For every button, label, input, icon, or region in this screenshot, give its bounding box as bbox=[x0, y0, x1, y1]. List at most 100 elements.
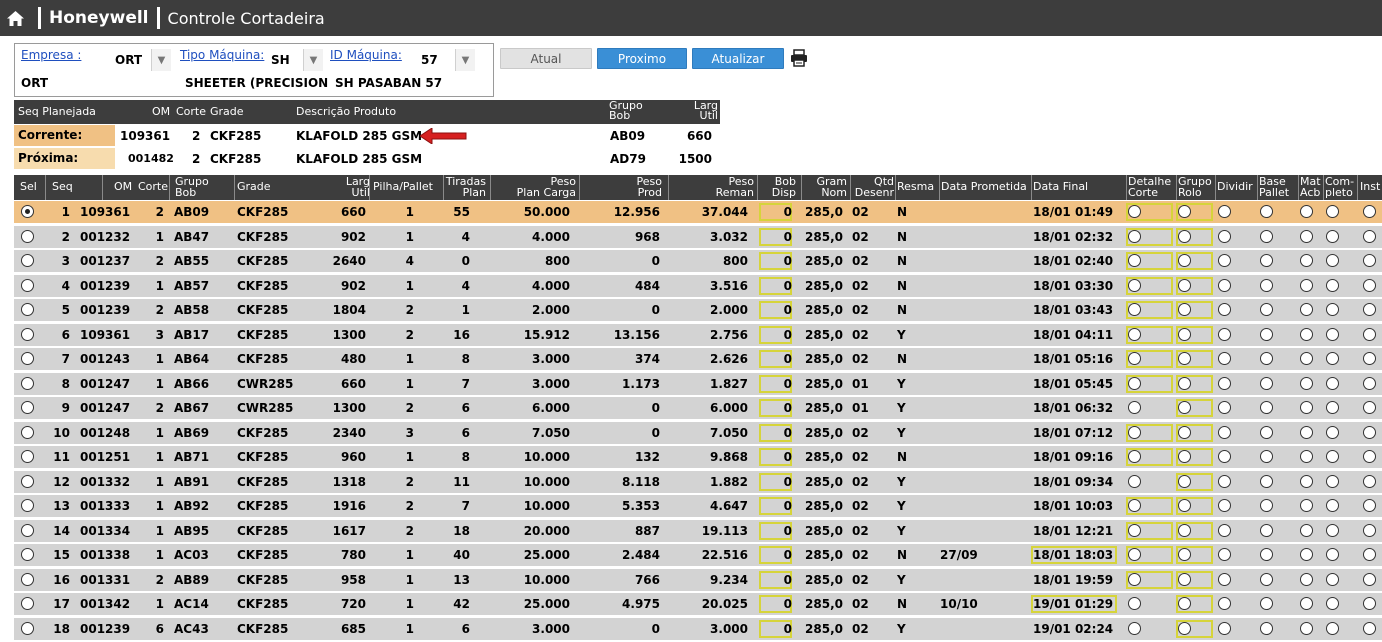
row-option-radio[interactable] bbox=[1218, 572, 1231, 586]
row-option-radio[interactable] bbox=[1128, 621, 1141, 635]
table-row[interactable]: 13 001333 1 AB92 CKF285 1916 2 7 10.000 5.353 4.64… bbox=[14, 495, 1382, 518]
row-option-radio[interactable] bbox=[1363, 548, 1376, 561]
row-option-radio[interactable] bbox=[1363, 401, 1376, 414]
row-option-radio[interactable] bbox=[1326, 303, 1339, 316]
row-option-radio[interactable] bbox=[1260, 450, 1273, 463]
row-select-radio[interactable] bbox=[21, 450, 34, 463]
table-row[interactable]: 11 001251 1 AB71 CKF285 960 1 8 10.000 132 9.868 0 2… bbox=[14, 446, 1382, 469]
id-maquina-link[interactable]: ID Máquina: bbox=[330, 48, 402, 62]
row-option-radio[interactable] bbox=[1300, 327, 1313, 341]
row-option-radio[interactable] bbox=[1178, 425, 1191, 439]
row-option-radio[interactable] bbox=[1218, 523, 1231, 537]
empresa-link[interactable]: Empresa : bbox=[21, 48, 81, 62]
row-option-radio[interactable] bbox=[1363, 229, 1376, 243]
row-option-radio[interactable] bbox=[1178, 401, 1191, 414]
row-option-radio[interactable] bbox=[1260, 254, 1273, 267]
row-option-radio[interactable] bbox=[1128, 548, 1141, 561]
row-option-radio[interactable] bbox=[1218, 303, 1231, 316]
row-option-radio[interactable] bbox=[1300, 425, 1313, 439]
row-option-radio[interactable] bbox=[1128, 450, 1141, 463]
row-select-radio[interactable] bbox=[21, 499, 34, 512]
row-option-radio[interactable] bbox=[1326, 376, 1339, 390]
row-option-radio[interactable] bbox=[1128, 278, 1141, 292]
row-option-radio[interactable] bbox=[1326, 229, 1339, 243]
row-option-radio[interactable] bbox=[1260, 597, 1273, 610]
row-option-radio[interactable] bbox=[1363, 205, 1376, 218]
row-option-radio[interactable] bbox=[1260, 401, 1273, 414]
row-option-radio[interactable] bbox=[1363, 303, 1376, 316]
row-option-radio[interactable] bbox=[1363, 254, 1376, 267]
row-select-radio[interactable] bbox=[21, 523, 34, 537]
row-option-radio[interactable] bbox=[1326, 425, 1339, 439]
row-option-radio[interactable] bbox=[1128, 205, 1141, 218]
table-row[interactable]: 18 001239 6 AC43 CKF285 685 1 6 3.000 0 3.000 0 285,… bbox=[14, 617, 1382, 641]
row-option-radio[interactable] bbox=[1218, 327, 1231, 341]
row-option-radio[interactable] bbox=[1178, 621, 1191, 635]
row-option-radio[interactable] bbox=[1326, 327, 1339, 341]
row-option-radio[interactable] bbox=[1300, 621, 1313, 635]
row-option-radio[interactable] bbox=[1178, 327, 1191, 341]
row-select-radio[interactable] bbox=[21, 205, 34, 218]
row-option-radio[interactable] bbox=[1218, 474, 1231, 488]
table-row[interactable]: 9 001247 2 AB67 CWR285 1300 2 6 6.000 0 6.000 0 285,… bbox=[14, 397, 1382, 420]
row-option-radio[interactable] bbox=[1363, 450, 1376, 463]
row-option-radio[interactable] bbox=[1218, 205, 1231, 218]
row-option-radio[interactable] bbox=[1363, 572, 1376, 586]
row-option-radio[interactable] bbox=[1300, 450, 1313, 463]
row-option-radio[interactable] bbox=[1128, 327, 1141, 341]
row-select-radio[interactable] bbox=[21, 278, 34, 292]
row-option-radio[interactable] bbox=[1300, 474, 1313, 488]
table-row[interactable]: 4 001239 1 AB57 CKF285 902 1 4 4.000 484 3.516 0 285… bbox=[14, 274, 1382, 298]
row-option-radio[interactable] bbox=[1363, 597, 1376, 610]
row-select-radio[interactable] bbox=[21, 229, 34, 243]
row-option-radio[interactable] bbox=[1363, 376, 1376, 390]
row-option-radio[interactable] bbox=[1178, 376, 1191, 390]
id-maquina-select[interactable]: 57 ▼ bbox=[417, 49, 475, 71]
row-option-radio[interactable] bbox=[1218, 401, 1231, 414]
table-row[interactable]: 7 001243 1 AB64 CKF285 480 1 8 3.000 374 2.626 0 285… bbox=[14, 348, 1382, 371]
row-option-radio[interactable] bbox=[1218, 254, 1231, 267]
row-select-radio[interactable] bbox=[21, 425, 34, 439]
row-option-radio[interactable] bbox=[1363, 352, 1376, 365]
row-option-radio[interactable] bbox=[1260, 376, 1273, 390]
row-option-radio[interactable] bbox=[1363, 523, 1376, 537]
row-option-radio[interactable] bbox=[1260, 425, 1273, 439]
row-select-radio[interactable] bbox=[21, 254, 34, 267]
row-option-radio[interactable] bbox=[1260, 621, 1273, 635]
row-option-radio[interactable] bbox=[1260, 499, 1273, 512]
row-option-radio[interactable] bbox=[1128, 425, 1141, 439]
row-option-radio[interactable] bbox=[1260, 523, 1273, 537]
row-select-radio[interactable] bbox=[21, 352, 34, 365]
row-select-radio[interactable] bbox=[21, 401, 34, 414]
row-option-radio[interactable] bbox=[1128, 523, 1141, 537]
atual-button[interactable]: Atual bbox=[500, 48, 592, 69]
row-option-radio[interactable] bbox=[1326, 499, 1339, 512]
row-option-radio[interactable] bbox=[1300, 254, 1313, 267]
row-option-radio[interactable] bbox=[1218, 425, 1231, 439]
row-option-radio[interactable] bbox=[1218, 548, 1231, 561]
table-row[interactable]: 16 001331 2 AB89 CKF285 958 1 13 10.000 766 9.234 0… bbox=[14, 568, 1382, 592]
row-option-radio[interactable] bbox=[1300, 229, 1313, 243]
row-option-radio[interactable] bbox=[1300, 303, 1313, 316]
table-row[interactable]: 1 109361 2 AB09 CKF285 660 1 55 50.000 12.956 37.0… bbox=[14, 201, 1382, 224]
table-row[interactable]: 10 001248 1 AB69 CKF285 2340 3 6 7.050 0 7.050 0 285… bbox=[14, 421, 1382, 445]
row-option-radio[interactable] bbox=[1326, 278, 1339, 292]
row-option-radio[interactable] bbox=[1128, 352, 1141, 365]
tipo-maquina-select[interactable]: SH ▼ bbox=[267, 49, 323, 71]
table-row[interactable]: 2 001232 1 AB47 CKF285 902 1 4 4.000 968 3.032 0 285… bbox=[14, 225, 1382, 249]
row-option-radio[interactable] bbox=[1363, 474, 1376, 488]
row-option-radio[interactable] bbox=[1300, 205, 1313, 218]
row-option-radio[interactable] bbox=[1218, 376, 1231, 390]
row-select-radio[interactable] bbox=[21, 303, 34, 316]
row-select-radio[interactable] bbox=[21, 621, 34, 635]
row-option-radio[interactable] bbox=[1218, 597, 1231, 610]
empresa-select[interactable]: ORT ▼ bbox=[111, 49, 171, 71]
row-option-radio[interactable] bbox=[1260, 572, 1273, 586]
row-option-radio[interactable] bbox=[1300, 597, 1313, 610]
row-option-radio[interactable] bbox=[1178, 352, 1191, 365]
row-option-radio[interactable] bbox=[1178, 303, 1191, 316]
printer-icon[interactable] bbox=[790, 49, 808, 67]
row-option-radio[interactable] bbox=[1218, 450, 1231, 463]
row-option-radio[interactable] bbox=[1128, 597, 1141, 610]
row-option-radio[interactable] bbox=[1363, 278, 1376, 292]
